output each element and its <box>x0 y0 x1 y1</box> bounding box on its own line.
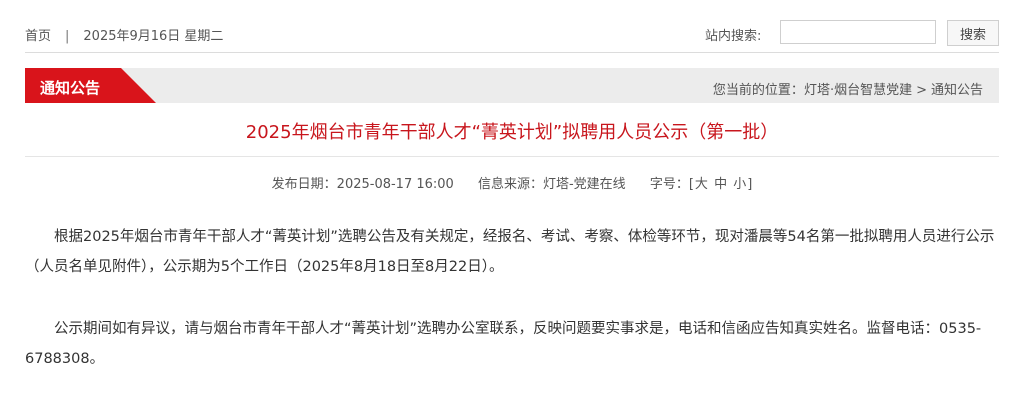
font-size-small[interactable]: 小 <box>733 177 746 192</box>
font-size-control: 字号：[大 中 小] <box>650 177 753 192</box>
section-title: 通知公告 <box>40 79 101 97</box>
font-size-large[interactable]: 大 <box>695 177 708 192</box>
section-tag: 通知公告 <box>25 68 156 103</box>
section-header: 通知公告 您当前的位置：灯塔·烟台智慧党建 > 通知公告 <box>25 68 999 103</box>
top-bar: 首页 | 2025年9月16日 星期二 站内搜索: 搜索 <box>25 0 999 53</box>
breadcrumb-current-link[interactable]: 通知公告 <box>931 83 983 98</box>
breadcrumb-site-link[interactable]: 灯塔·烟台智慧党建 <box>804 83 912 98</box>
title-divider <box>25 156 999 157</box>
article-title: 2025年烟台市青年干部人才“菁英计划”拟聘用人员公示（第一批） <box>245 122 779 143</box>
bracket-open: [ <box>688 177 694 192</box>
current-date: 2025年9月16日 星期二 <box>83 29 224 44</box>
article-meta: 发布日期：2025-08-17 16:00 信息来源：灯塔-党建在线 字号：[大… <box>25 173 999 192</box>
bracket-close: ] <box>747 177 753 192</box>
search-button[interactable]: 搜索 <box>947 20 999 46</box>
top-left-info: 首页 | 2025年9月16日 星期二 <box>25 25 223 44</box>
breadcrumb: 您当前的位置：灯塔·烟台智慧党建 > 通知公告 <box>713 79 983 98</box>
info-source: 信息来源：灯塔-党建在线 <box>477 177 626 192</box>
breadcrumb-prefix: 您当前的位置： <box>712 83 804 98</box>
article-paragraph: 公示期间如有异议，请与烟台市青年干部人才“菁英计划”选聘办公室联系，反映问题要实… <box>25 321 982 367</box>
breadcrumb-separator: > <box>916 83 927 98</box>
publish-date: 发布日期：2025-08-17 16:00 <box>271 177 454 192</box>
article-paragraph: 根据2025年烟台市青年干部人才“菁英计划”选聘公告及有关规定，经报名、考试、考… <box>25 229 995 275</box>
search-label: 站内搜索: <box>705 29 762 44</box>
separator: | <box>65 29 70 44</box>
font-size-medium[interactable]: 中 <box>714 177 727 192</box>
font-size-label: 字号： <box>649 177 689 192</box>
search-input[interactable] <box>780 20 936 44</box>
home-link[interactable]: 首页 <box>25 29 51 44</box>
